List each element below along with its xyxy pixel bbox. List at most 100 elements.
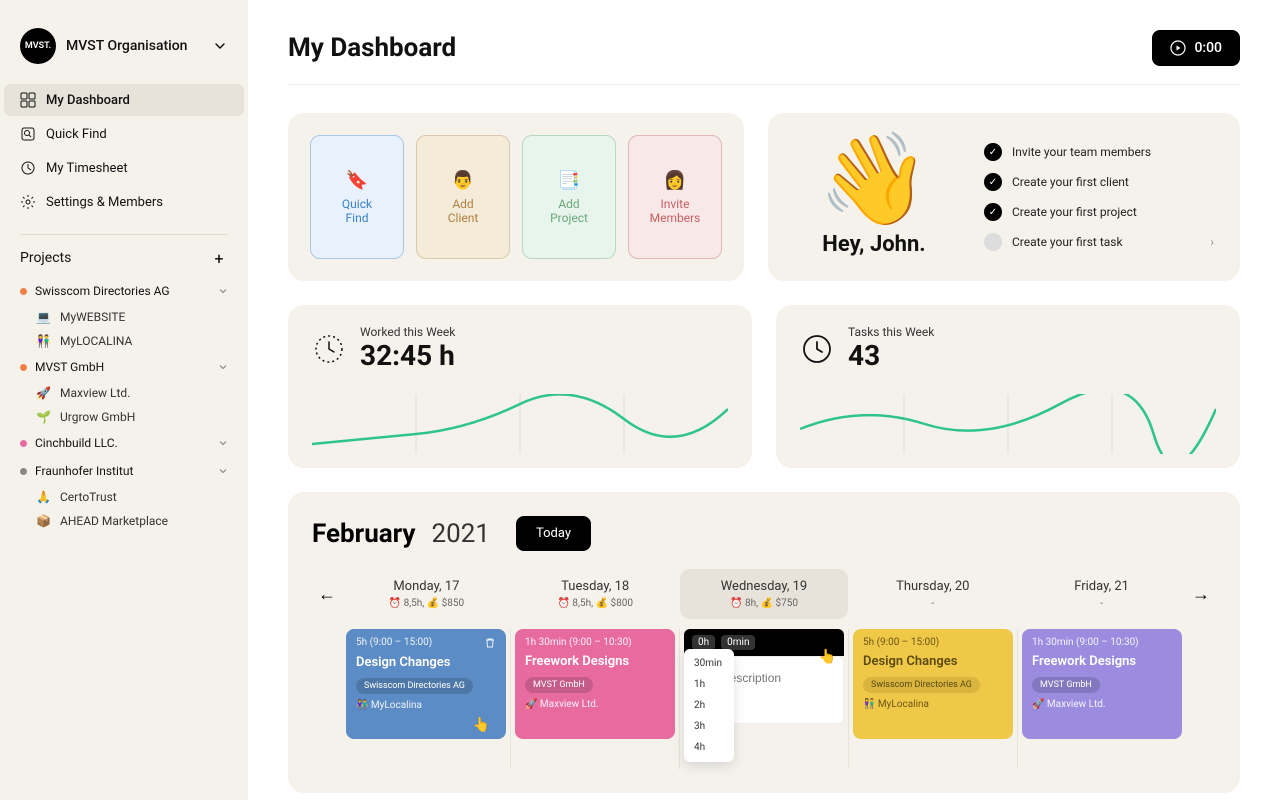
today-button[interactable]: Today: [516, 516, 591, 551]
project-row[interactable]: 📦AHEAD Marketplace: [4, 509, 244, 533]
nav-item-settings-members[interactable]: Settings & Members: [4, 186, 244, 218]
project-row[interactable]: 💻MyWEBSITE: [4, 305, 244, 329]
timer-button[interactable]: 0:00: [1152, 30, 1240, 66]
onboarding-item[interactable]: ✓Invite your team members: [984, 143, 1214, 161]
client-name: Swisscom Directories AG: [35, 284, 210, 298]
stat-label: Worked this Week: [360, 325, 455, 339]
chevron-down-icon: [218, 362, 228, 372]
event-card[interactable]: 1h 30min (9:00 – 10:30) Freework Designs…: [1022, 629, 1182, 739]
duration-option[interactable]: 2h: [684, 695, 734, 716]
nav-item-quick-find[interactable]: Quick Find: [4, 118, 244, 150]
nav-item-my-dashboard[interactable]: My Dashboard: [4, 84, 244, 116]
stat-value: 32:45 h: [360, 339, 455, 372]
event-col-mon: 5h (9:00 – 15:00) Design Changes Swissco…: [342, 629, 511, 769]
quick-actions: 🔖QuickFind👨AddClient📑AddProject👩InviteMe…: [288, 113, 744, 281]
check-icon: ✓: [984, 233, 1002, 251]
new-event-popover[interactable]: 0h 0min + 👆 30min1h2h3h4h: [684, 629, 844, 724]
event-card[interactable]: 1h 30min (9:00 – 10:30) Freework Designs…: [515, 629, 675, 739]
calendar-month: February: [312, 519, 416, 549]
event-project: 👫 MyLocalina: [863, 699, 1003, 710]
client-row[interactable]: Cinchbuild LLC.: [4, 429, 244, 457]
onboarding-item[interactable]: ✓Create your first task›: [984, 233, 1214, 251]
event-col-tue: 1h 30min (9:00 – 10:30) Freework Designs…: [511, 629, 680, 769]
calendar-year: 2021: [432, 519, 490, 549]
day-meta: -: [854, 598, 1011, 609]
onboarding-label: Create your first client: [1012, 175, 1129, 189]
project-name: CertoTrust: [60, 490, 117, 504]
nav-item-my-timesheet[interactable]: My Timesheet: [4, 152, 244, 184]
chevron-down-icon: [212, 38, 228, 54]
wave-hand-icon: 👋: [818, 127, 930, 232]
quick-action-invite-members[interactable]: 👩InviteMembers: [628, 135, 722, 259]
duration-option[interactable]: 3h: [684, 716, 734, 737]
project-row[interactable]: 👫 MyLOCALINA: [4, 329, 244, 353]
quick-action-add-client[interactable]: 👨AddClient: [416, 135, 510, 259]
projects-title: Projects: [20, 250, 71, 266]
event-client-tag: MVST GmbH: [525, 677, 593, 693]
chevron-down-icon: [218, 438, 228, 448]
event-client-tag: Swisscom Directories AG: [356, 678, 473, 694]
client-row[interactable]: Swisscom Directories AG: [4, 277, 244, 305]
stat-label: Tasks this Week: [848, 325, 934, 339]
duration-dropdown[interactable]: 30min1h2h3h4h: [684, 649, 734, 762]
quick-action-icon: 👨: [452, 170, 474, 191]
day-column[interactable]: Thursday, 20-: [848, 569, 1017, 619]
client-name: MVST GmbH: [35, 360, 210, 374]
project-name: MyLOCALINA: [60, 334, 132, 348]
project-row[interactable]: 🌱Urgrow GmbH: [4, 405, 244, 429]
day-column[interactable]: Monday, 17⏰ 8,5h, 💰 $850: [342, 569, 511, 619]
duration-option[interactable]: 4h: [684, 737, 734, 758]
project-tree: Swisscom Directories AG 💻MyWEBSITE 👫 MyLOCA…: [0, 277, 248, 533]
duration-option[interactable]: 1h: [684, 674, 734, 695]
project-icon: 👫: [36, 334, 52, 348]
client-color-dot: [20, 440, 27, 447]
chevron-down-icon: [218, 466, 228, 476]
event-project: 👫 MyLocalina: [356, 700, 496, 711]
project-row[interactable]: 🙏CertoTrust: [4, 485, 244, 509]
onboarding-card: 👋 Hey, John. ✓Invite your team members✓C…: [768, 113, 1240, 281]
day-meta: ⏰ 8h, 💰 $750: [686, 598, 843, 609]
onboarding-item[interactable]: ✓Create your first project: [984, 203, 1214, 221]
client-row[interactable]: MVST GmbH: [4, 353, 244, 381]
add-project-button[interactable]: +: [210, 249, 228, 267]
project-name: Maxview Ltd.: [60, 386, 130, 400]
event-time: 1h 30min (9:00 – 10:30): [1032, 637, 1139, 648]
duration-mins-chip[interactable]: 0min: [721, 635, 755, 650]
onboarding-item[interactable]: ✓Create your first client: [984, 173, 1214, 191]
quick-action-icon: 🔖: [346, 170, 368, 191]
prev-week-button[interactable]: ←: [312, 584, 342, 605]
project-name: AHEAD Marketplace: [60, 514, 168, 528]
project-icon: 🌱: [36, 410, 52, 424]
event-card[interactable]: 5h (9:00 – 15:00) Design Changes Swissco…: [346, 629, 506, 739]
day-label: Monday, 17: [348, 579, 505, 594]
next-week-button[interactable]: →: [1186, 584, 1216, 605]
nav-list: My Dashboard Quick Find My TimesheetSettin…: [0, 84, 248, 220]
day-column[interactable]: Tuesday, 18⏰ 8,5h, 💰 $800: [511, 569, 680, 619]
onboarding-label: Create your first project: [1012, 205, 1137, 219]
day-column[interactable]: Friday, 21 -: [1017, 569, 1186, 619]
trash-icon[interactable]: [484, 637, 496, 649]
org-selector[interactable]: MVST. MVST Organisation: [0, 20, 248, 84]
day-column[interactable]: Wednesday, 19 ⏰ 8h, 💰 $750: [680, 569, 849, 619]
divider: [20, 234, 228, 235]
event-time: 5h (9:00 – 15:00): [356, 637, 432, 649]
event-title: Freework Designs: [525, 654, 665, 669]
search-icon: [20, 126, 36, 142]
day-label: Friday, 21: [1023, 579, 1180, 594]
client-row[interactable]: Fraunhofer Institut: [4, 457, 244, 485]
nav-label: Quick Find: [46, 127, 107, 142]
stat-value: 43: [848, 339, 934, 372]
org-name: MVST Organisation: [66, 38, 202, 54]
duration-hours-chip[interactable]: 0h: [692, 635, 715, 650]
quick-action-add-project[interactable]: 📑AddProject: [522, 135, 616, 259]
sparkline: [312, 394, 728, 454]
event-time: 1h 30min (9:00 – 10:30): [525, 637, 632, 648]
duration-option[interactable]: 30min: [684, 653, 734, 674]
quick-action-quick-find[interactable]: 🔖QuickFind: [310, 135, 404, 259]
quick-action-icon: 👩: [664, 170, 686, 191]
day-meta: -: [1023, 598, 1180, 609]
quick-action-icon: 📑: [558, 170, 580, 191]
day-label: Wednesday, 19: [686, 579, 843, 594]
project-row[interactable]: 🚀Maxview Ltd.: [4, 381, 244, 405]
event-card[interactable]: 5h (9:00 – 15:00) Design Changes Swissco…: [853, 629, 1013, 739]
